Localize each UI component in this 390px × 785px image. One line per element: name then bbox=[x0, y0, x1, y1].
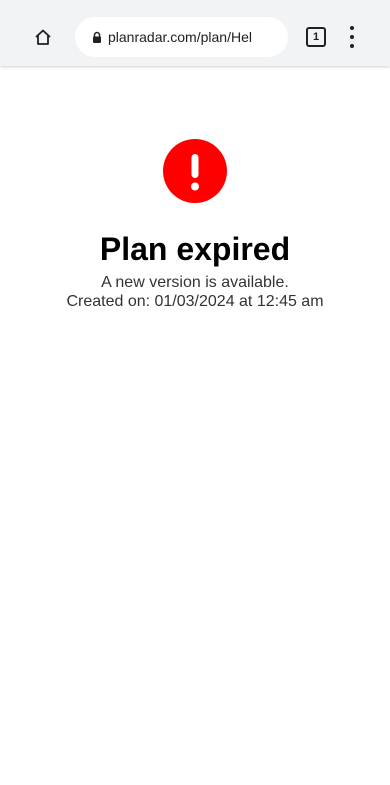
lock-icon bbox=[91, 30, 103, 44]
home-button[interactable] bbox=[28, 22, 58, 52]
browser-toolbar: planradar.com/plan/Hel 1 bbox=[0, 0, 390, 66]
created-date: Created on: 01/03/2024 at 12:45 am bbox=[66, 293, 324, 310]
home-icon bbox=[35, 29, 51, 45]
tab-switcher-button[interactable]: 1 bbox=[306, 27, 326, 47]
address-bar[interactable]: planradar.com/plan/Hel bbox=[75, 17, 288, 57]
more-vert-icon[interactable] bbox=[343, 26, 361, 48]
version-message: A new version is available. bbox=[101, 274, 289, 291]
page-title: Plan expired bbox=[99, 231, 291, 267]
exclamation-icon bbox=[163, 139, 227, 203]
status-message: A new version is available. Created on: … bbox=[0, 273, 390, 311]
url-text: planradar.com/plan/Hel bbox=[108, 29, 252, 45]
